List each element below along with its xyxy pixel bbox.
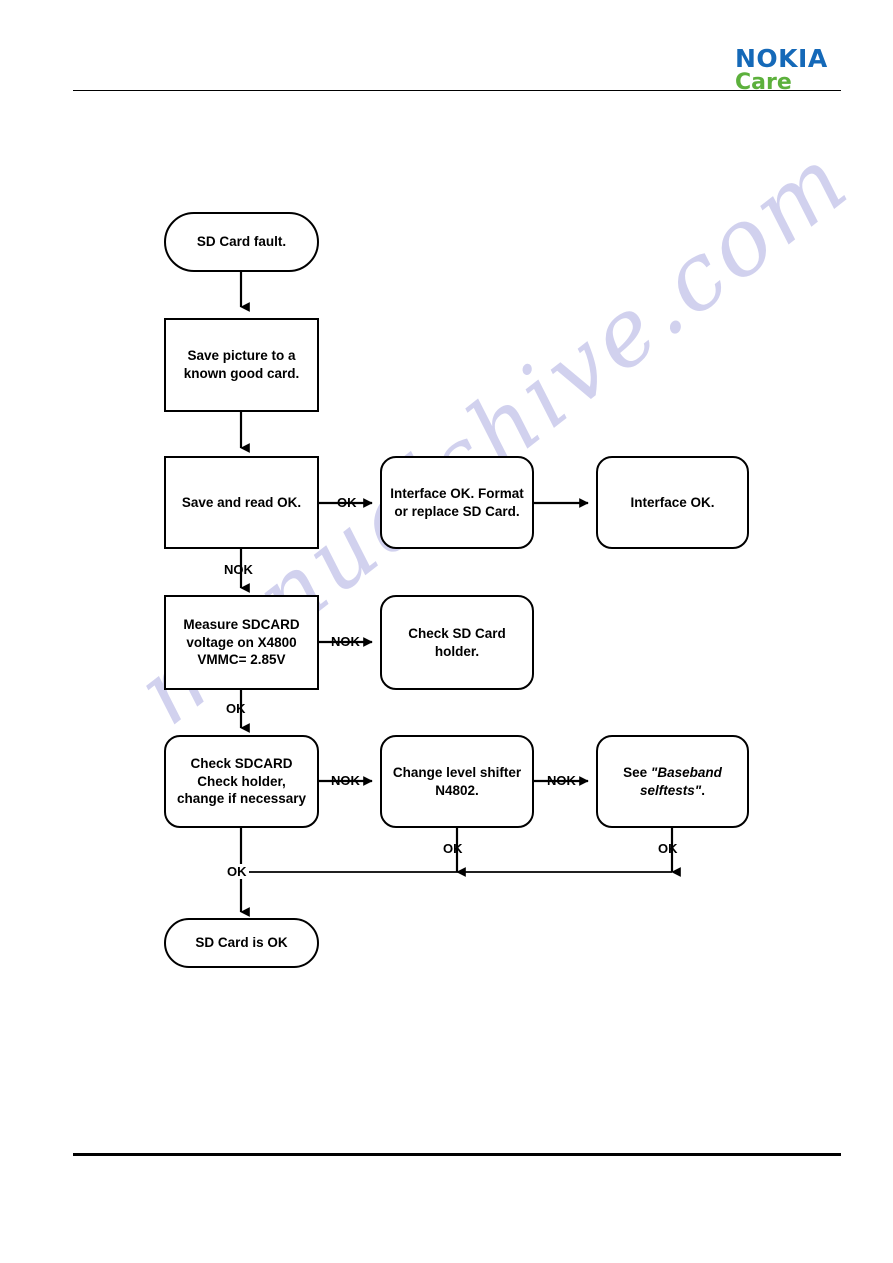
node-see-baseband-selftests: See "Baseband selftests". (596, 735, 749, 828)
node-measure-sdcard-voltage: Measure SDCARD voltage on X4800 VMMC= 2.… (164, 595, 319, 690)
edge-label-ok-to-check-sdcard: OK (226, 701, 246, 716)
edge-label-nok-to-measure: NOK (224, 562, 253, 577)
edge-label-ok-to-sd-card-is-ok: OK (225, 864, 249, 879)
see-prefix: See (623, 764, 651, 780)
node-change-level-shifter: Change level shifter N4802. (380, 735, 534, 828)
node-check-sd-card-holder: Check SD Card holder. (380, 595, 534, 690)
edge-label-nok-to-level-shifter: NOK (331, 773, 360, 788)
edge-label-ok-to-interface-format: OK (337, 495, 357, 510)
edge-label-ok-level-shifter-merge: OK (443, 841, 463, 856)
node-save-and-read: Save and read OK. (164, 456, 319, 549)
edge-label-ok-baseband-merge: OK (658, 841, 678, 856)
node-save-picture: Save picture to a known good card. (164, 318, 319, 412)
node-sd-card-fault: SD Card fault. (164, 212, 319, 272)
page-canvas: NOKIA Care manualshive.com SD Card fault… (0, 0, 893, 1263)
see-suffix: . (701, 782, 705, 798)
node-check-sdcard-holder-change: Check SDCARD Check holder, change if nec… (164, 735, 319, 828)
node-text-wrapper: See "Baseband selftests". (623, 764, 722, 800)
edge-label-nok-to-check-holder: NOK (331, 634, 360, 649)
node-interface-ok-format: Interface OK. Format or replace SD Card. (380, 456, 534, 549)
baseband-selftests-emphasis: "Baseband selftests" (640, 764, 722, 798)
node-interface-ok: Interface OK. (596, 456, 749, 549)
edge-label-nok-to-baseband: NOK (547, 773, 576, 788)
node-sd-card-is-ok: SD Card is OK (164, 918, 319, 968)
